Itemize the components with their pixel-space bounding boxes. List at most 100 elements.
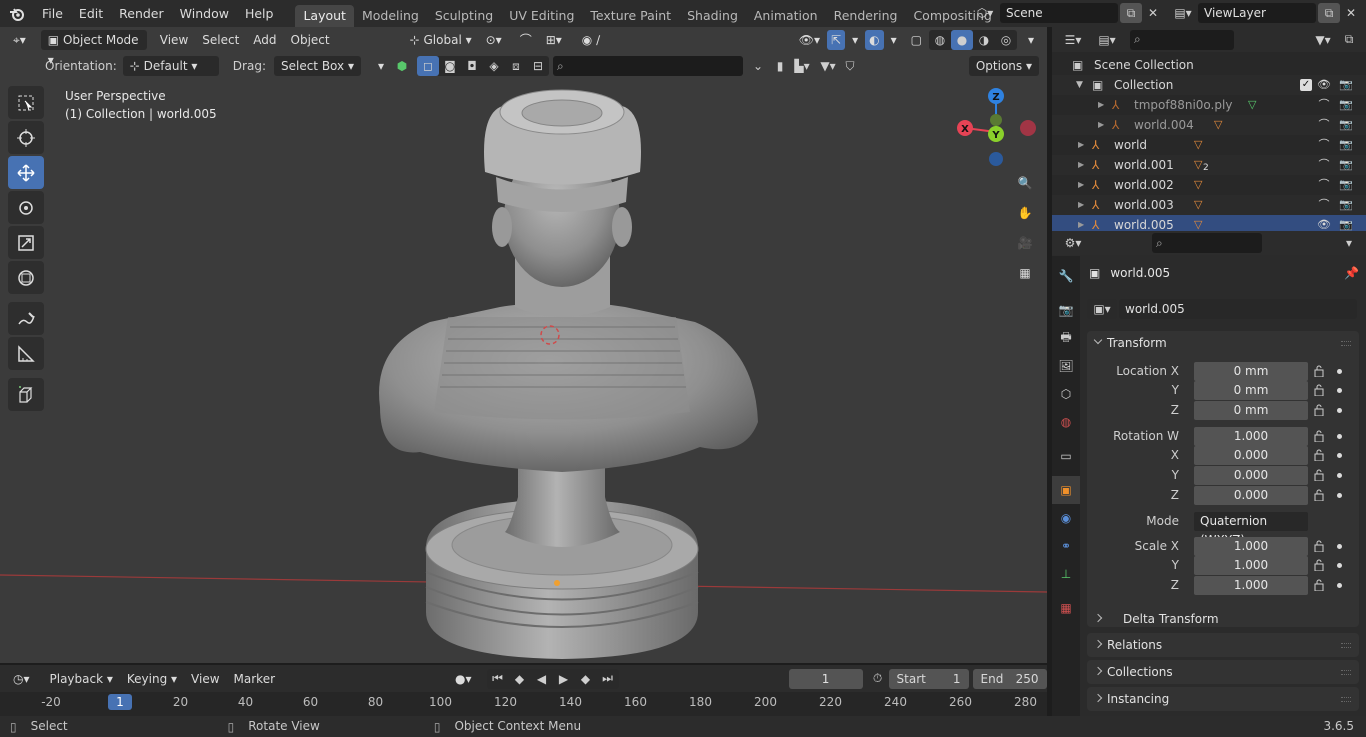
select-new-icon[interactable]: ◻	[417, 56, 439, 76]
object-mode-dropdown[interactable]: ▣ Object Mode ▾	[40, 29, 147, 67]
menu-window[interactable]: Window	[172, 0, 237, 27]
keyframe-dot-icon[interactable]	[1337, 493, 1342, 498]
rendered-shading-icon[interactable]: ◎	[995, 30, 1017, 50]
scene-name-field[interactable]: Scene	[1000, 3, 1118, 23]
menu-edit[interactable]: Edit	[71, 0, 111, 27]
outliner-scene-collection[interactable]: ▣ Scene Collection	[1052, 55, 1366, 75]
keyframe-dot-icon[interactable]	[1337, 453, 1342, 458]
select-intersect-icon[interactable]: ⧈	[505, 56, 527, 76]
transform-panel-grip[interactable]	[1341, 341, 1351, 346]
view-layer-icon[interactable]: ▤▾	[1168, 3, 1198, 23]
jump-start-icon[interactable]: ⏮	[487, 669, 509, 689]
outliner-collection[interactable]: ▼ ▣ Collection ✓ 👁 📷	[1052, 75, 1366, 95]
remove-scene-icon[interactable]: ✕	[1142, 3, 1164, 23]
camera-icon[interactable]: 📷	[1338, 75, 1354, 95]
tab-uv-editing[interactable]: UV Editing	[501, 5, 582, 27]
gizmo-dropdown-icon[interactable]: ▾	[845, 30, 865, 50]
editor-type-icon[interactable]: ⌖▾	[6, 30, 33, 50]
pin-icon[interactable]: 📌	[1344, 266, 1359, 280]
outliner-object-row[interactable]: ▶ ⅄ tmpof88ni0o.ply ▽ ⌒ 📷	[1052, 95, 1366, 115]
properties-editor-icon[interactable]: ⚙▾	[1058, 233, 1088, 253]
transform-panel-header[interactable]: Transform	[1087, 331, 1359, 355]
tab-shading[interactable]: Shading	[679, 5, 746, 27]
eye-icon[interactable]: ⌒	[1316, 95, 1332, 115]
keyframe-dot-icon[interactable]	[1337, 408, 1342, 413]
rotation-w-field[interactable]: 1.000	[1194, 427, 1308, 446]
view-layer-field[interactable]: ViewLayer	[1198, 3, 1316, 23]
shield-icon[interactable]: ⛉	[839, 56, 861, 76]
instancing-panel[interactable]: Instancing	[1087, 687, 1359, 711]
rotation-mode-field[interactable]: Quaternion (WXYZ)	[1194, 512, 1308, 547]
location-x-field[interactable]: 0 mm	[1194, 362, 1308, 381]
tab-texture-paint[interactable]: Texture Paint	[582, 5, 679, 27]
select-difference-icon[interactable]: ⊟	[527, 56, 549, 76]
collections-panel[interactable]: Collections	[1087, 660, 1359, 684]
view-layer-tab-icon[interactable]: 🖼	[1052, 352, 1080, 380]
material-shading-icon[interactable]: ◑	[973, 30, 995, 50]
object-datablock-icon[interactable]: ▣▾	[1087, 299, 1117, 319]
object-name-field[interactable]: world.005	[1119, 299, 1357, 319]
eye-icon[interactable]: ⌒	[1316, 135, 1332, 155]
outliner-search[interactable]: ⌕	[1130, 29, 1234, 50]
outliner-object-row[interactable]: ▶ ⅄ world.001 ▽ 2 ⌒ 📷	[1052, 155, 1366, 175]
menu-help[interactable]: Help	[237, 0, 282, 27]
pivot-point-icon[interactable]: ⊙▾	[479, 30, 509, 50]
end-frame-field[interactable]: End 250	[972, 668, 1047, 689]
data-tab-icon[interactable]: ⊥	[1052, 560, 1080, 588]
keyframe-dot-icon[interactable]	[1337, 583, 1342, 588]
delta-transform-row[interactable]: Delta Transform	[1087, 607, 1359, 627]
select-extend-icon[interactable]: ◙	[439, 56, 461, 76]
proportional-edit-icon[interactable]: ◉ ∕	[575, 30, 607, 50]
scale-z-field[interactable]: 1.000	[1194, 576, 1308, 595]
lock-icon[interactable]	[1314, 469, 1326, 482]
menu-add[interactable]: Add	[246, 30, 283, 50]
options-dropdown[interactable]: Options ▾	[968, 56, 1039, 76]
camera-icon[interactable]: 📷	[1338, 195, 1354, 215]
tool-search-field[interactable]: ⌕	[553, 56, 743, 76]
gizmo-toggle-icon[interactable]: ⇱	[827, 29, 846, 50]
select-subtract-icon[interactable]: ◘	[461, 56, 483, 76]
wireframe-shading-icon[interactable]: ◍	[929, 30, 951, 50]
select-invert-icon[interactable]: ◈	[483, 56, 505, 76]
camera-icon[interactable]: 📷	[1338, 135, 1354, 155]
timeline-ruler[interactable]: -20 20 40 60 80 100 120 140 160 180 200 220 240 260 28…	[0, 692, 1047, 716]
blender-logo-icon[interactable]	[0, 0, 34, 27]
outliner-object-row[interactable]: ▶ ⅄ world.003 ▽ ⌒ 📷	[1052, 195, 1366, 215]
snap-target-icon[interactable]: ⊞▾	[539, 30, 569, 50]
menu-object[interactable]: Object	[284, 30, 337, 50]
stopwatch-icon[interactable]: ⏱	[867, 669, 889, 689]
location-y-field[interactable]: 0 mm	[1194, 381, 1308, 400]
marker-menu[interactable]: Marker	[227, 669, 282, 689]
location-z-field[interactable]: 0 mm	[1194, 401, 1308, 420]
outliner-object-row[interactable]: ▶ ⅄ world ▽ ⌒ 📷	[1052, 135, 1366, 155]
play-reverse-icon[interactable]: ◀	[531, 669, 553, 689]
scene-icon[interactable]: ⬡▾	[970, 3, 1000, 23]
eye-icon[interactable]: ⌒	[1316, 115, 1332, 135]
new-scene-icon[interactable]: ⧉	[1120, 3, 1142, 23]
outliner-editor-icon[interactable]: ☰▾	[1058, 30, 1088, 50]
snap-icon[interactable]: ⌒	[513, 30, 539, 50]
camera-icon[interactable]: 📷	[1338, 155, 1354, 175]
pan-hand-icon[interactable]: ✋	[1012, 200, 1038, 226]
measure-tool[interactable]	[8, 337, 44, 370]
scale-x-field[interactable]: 1.000	[1194, 537, 1308, 556]
timeline-editor-icon[interactable]: ◷▾	[6, 669, 37, 689]
camera-icon[interactable]: 📷	[1338, 175, 1354, 195]
outliner-object-row[interactable]: ▶ ⅄ world.004 ▽ ⌒ 📷	[1052, 115, 1366, 135]
lock-icon[interactable]	[1314, 489, 1326, 502]
menu-select[interactable]: Select	[195, 30, 246, 50]
camera-view-icon[interactable]: 🎥	[1012, 230, 1038, 256]
expand-arrow-icon[interactable]: ▶	[1078, 195, 1084, 215]
texture-tab-icon[interactable]: ▦	[1052, 594, 1080, 622]
navigation-gizmo[interactable]: Z X Y	[950, 86, 1040, 176]
lock-icon[interactable]	[1314, 365, 1326, 378]
new-collection-icon[interactable]: ⧉	[1338, 30, 1360, 50]
tool-tab-icon[interactable]: 🔧	[1052, 262, 1080, 290]
add-cube-tool[interactable]	[8, 378, 44, 411]
lock-icon[interactable]	[1314, 430, 1326, 443]
relations-grip[interactable]	[1341, 643, 1351, 648]
transform-orientation-dropdown[interactable]: ⊹ Global ▾	[403, 30, 479, 50]
lock-icon[interactable]	[1314, 404, 1326, 417]
lock-icon[interactable]	[1314, 449, 1326, 462]
tab-sculpting[interactable]: Sculpting	[427, 5, 501, 27]
